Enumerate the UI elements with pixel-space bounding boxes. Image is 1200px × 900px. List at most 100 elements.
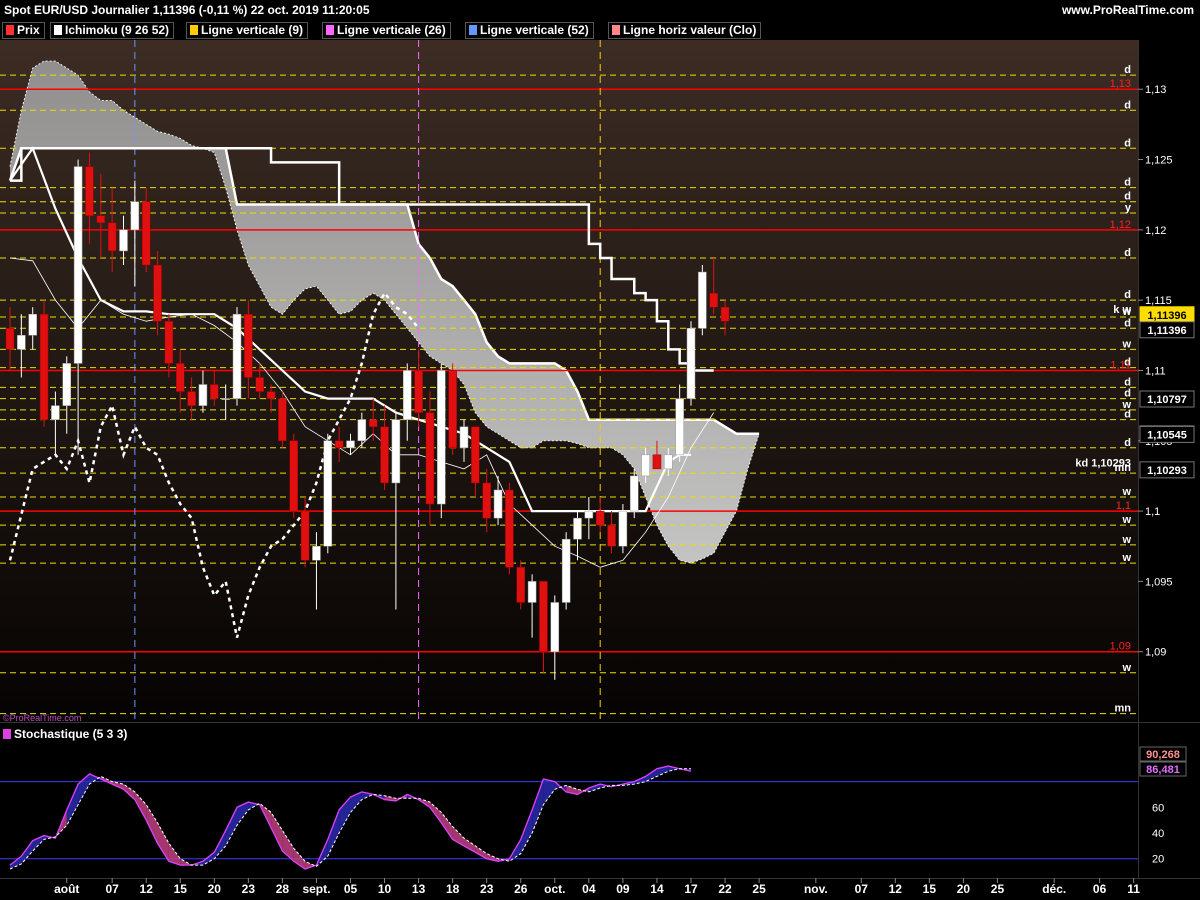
y-tick-label: 1,125 [1145,155,1173,167]
candle-down [141,201,151,266]
level-tag-d: d [1124,388,1131,400]
candle-down [107,222,117,252]
red-level-label: 1,1 [1116,500,1131,512]
x-tick-label: 05 [344,882,358,896]
x-tick-label: 18 [446,882,460,896]
stoch-swatch [3,729,11,739]
x-tick-label: août [54,882,79,896]
level-tag-d: d [1124,317,1131,329]
x-tick-label: 22 [718,882,732,896]
candle-up [346,440,355,449]
stoch-legend[interactable]: Stochastique (5 3 3) [0,726,127,742]
level-tag-d: d [1124,247,1131,259]
candle-up [641,454,650,477]
stoch-tick-label: 20 [1152,854,1164,866]
stoch-tick-label: 60 [1152,802,1164,814]
candle-up [119,229,128,252]
price-axis-bg [1138,40,1200,722]
x-tick-label: 12 [140,882,154,896]
candle-down [539,581,548,652]
candle-down [210,384,219,399]
price-tag-label: 1,10545 [1147,429,1187,441]
x-tick-label: 23 [242,882,256,896]
x-tick-label: 17 [684,882,698,896]
level-tag-d: d [1124,137,1131,149]
x-tick-label: 23 [480,882,494,896]
red-level-label: 1,11 [1110,359,1131,371]
x-tick-label: 15 [174,882,188,896]
candle-down [187,391,196,406]
level-tag-d: d [1124,409,1131,421]
candle-up [403,370,412,420]
candle-down [255,377,264,392]
price-tag-label: 1,10293 [1147,465,1187,477]
candle-down [709,292,718,308]
x-tick-label: oct. [544,882,565,896]
candle-down [595,510,605,526]
candle-down [278,398,287,442]
level-tag-w: w [1121,552,1131,564]
candle-down [720,306,730,322]
x-tick-label: 07 [105,882,119,896]
price-tag-label: 1,11396 [1147,310,1186,322]
x-tick-label: 26 [514,882,528,896]
candle-down [334,440,344,449]
candle-up [527,581,537,603]
price-tag-label: 1,11396 [1147,325,1186,337]
candle-up [618,510,628,547]
candle-down [516,567,525,603]
x-tick-label: 11 [1127,882,1140,896]
y-tick-label: 1,09 [1145,647,1166,659]
candle-down [96,215,106,224]
level-tag-w: w [1121,486,1131,498]
candle-up [675,398,684,456]
candle-down [39,313,49,420]
level-tag-mn: mn [1115,703,1132,715]
candle-down [652,454,662,470]
candle-up [312,545,321,561]
candle-down [471,426,480,484]
level-tag-d: d [1124,177,1131,189]
candle-up [493,489,503,519]
x-tick-label: déc. [1042,882,1066,896]
level-tag-w: w [1121,662,1131,674]
red-level-label: 1,13 [1110,78,1131,90]
x-tick-label: 14 [650,882,664,896]
level-tag-w: w [1121,534,1131,546]
candle-down [380,426,389,484]
candle-up [232,313,242,399]
level-tag-y: y [1125,202,1132,214]
level-tag-d: d [1124,437,1131,449]
y-tick-label: 1,115 [1145,295,1172,307]
candle-up [573,517,582,540]
level-tag-d: d [1124,99,1131,111]
stoch-tick-label: 40 [1152,828,1164,840]
y-tick-label: 1,13 [1145,84,1166,96]
candle-up [221,398,230,400]
price-tag-label: 1,10797 [1147,394,1187,406]
level-tag-w: w [1121,338,1131,350]
candle-down [425,412,435,505]
candle-down [448,370,457,449]
candle-down [414,370,423,413]
candle-up [630,475,639,512]
x-tick-label: 20 [957,882,971,896]
candle-down [266,391,276,399]
x-tick-label: 12 [889,882,903,896]
x-tick-label: 10 [378,882,392,896]
x-tick-label: sept. [302,882,330,896]
kw-label: k w [1113,304,1131,316]
kd-label: kd 1,10293 [1075,457,1131,469]
chart-canvas[interactable]: dddddyddwdwdddwddmnwwwwwmnkd 1,10293k w … [0,0,1200,900]
candle-up [62,363,71,406]
x-tick-label: 15 [923,882,937,896]
candle-up [28,313,37,336]
candle-up [51,405,60,420]
candle-up [391,419,401,484]
y-tick-label: 1,1 [1145,506,1160,518]
candle-down [5,328,15,350]
y-tick-label: 1,12 [1145,225,1166,237]
level-tag-d: d [1124,376,1131,388]
candle-down [482,482,491,519]
x-tick-label: 20 [208,882,222,896]
